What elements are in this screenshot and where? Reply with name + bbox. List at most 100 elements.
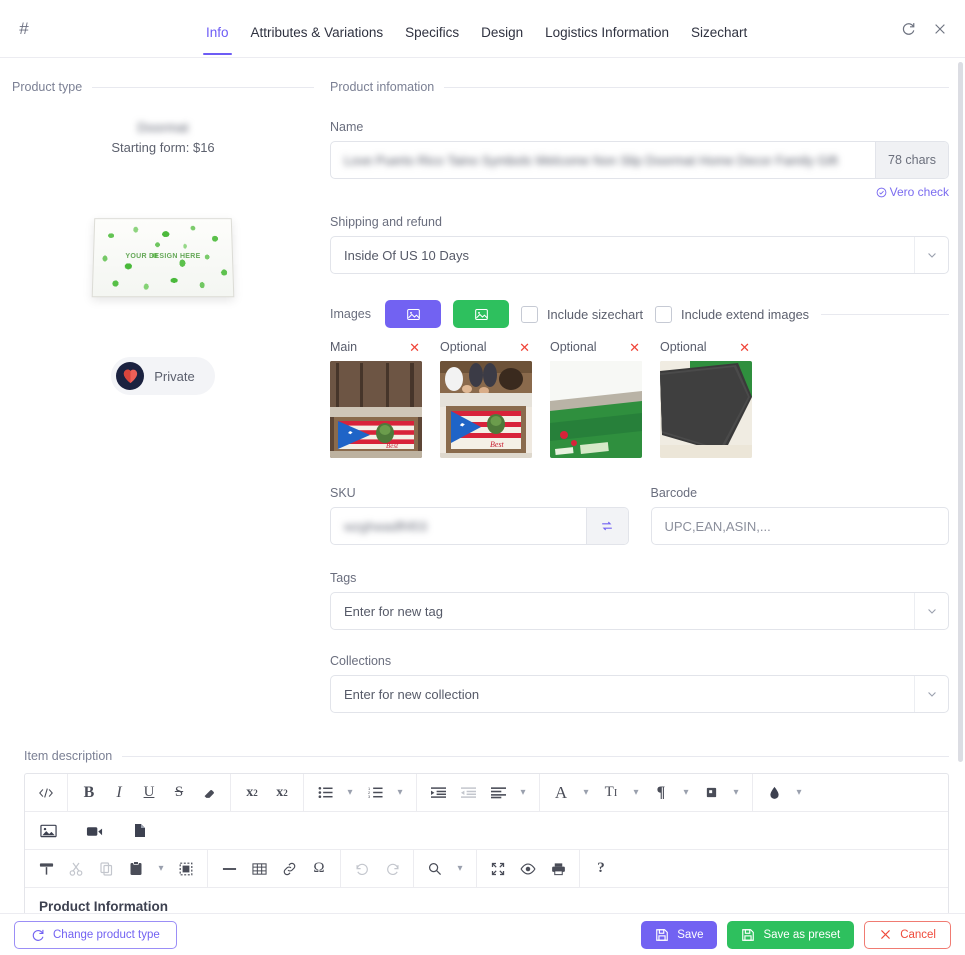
add-image-button[interactable] <box>385 300 441 328</box>
chevron-down-icon[interactable]: ▾ <box>789 787 809 798</box>
chevron-down-icon[interactable] <box>914 676 948 712</box>
select-all-icon[interactable] <box>171 855 201 882</box>
cancel-button[interactable]: Cancel <box>864 920 951 949</box>
svg-text:3: 3 <box>368 794 371 799</box>
undo-icon[interactable] <box>347 855 377 882</box>
paste-icon[interactable] <box>121 855 151 882</box>
insert-video-icon[interactable] <box>79 817 109 844</box>
print-icon[interactable] <box>543 855 573 882</box>
main-scroll-area: Product type Doormat Starting form: $16 … <box>0 58 965 913</box>
link-icon[interactable] <box>274 855 304 882</box>
product-type-name: Doormat <box>137 120 189 135</box>
preview-icon[interactable] <box>513 855 543 882</box>
chevron-down-icon[interactable]: ▾ <box>450 863 470 874</box>
sku-input[interactable]: wzghwadfhf03 <box>330 507 629 545</box>
chevron-down-icon[interactable] <box>914 593 948 629</box>
font-size-icon[interactable]: TI <box>596 779 626 806</box>
table-icon[interactable] <box>244 855 274 882</box>
name-input[interactable]: Love Puerto Rico Taino Symbols Welcome N… <box>330 141 949 179</box>
tab-attributes-variations[interactable]: Attributes & Variations <box>251 25 384 48</box>
image-thumbnail[interactable]: Optional ✕ <box>440 340 532 458</box>
add-image-from-library-button[interactable] <box>453 300 509 328</box>
remove-image-icon[interactable]: ✕ <box>519 341 530 354</box>
thumbnail-header: Optional ✕ <box>550 340 642 354</box>
chevron-down-icon[interactable]: ▾ <box>390 787 410 798</box>
chevron-down-icon[interactable]: ▾ <box>513 787 533 798</box>
source-code-icon[interactable] <box>31 779 61 806</box>
chevron-down-icon[interactable]: ▾ <box>626 787 646 798</box>
checkbox-box <box>521 305 538 323</box>
fullscreen-icon[interactable] <box>483 855 513 882</box>
tab-info[interactable]: Info <box>203 25 232 55</box>
chevron-down-icon[interactable] <box>914 237 948 273</box>
shipping-select[interactable]: Inside Of US 10 Days <box>330 236 949 274</box>
image-thumbnail[interactable]: Optional ✕ <box>660 340 752 458</box>
editor-content-area[interactable]: Product Information <box>25 888 948 913</box>
scrollbar-thumb[interactable] <box>958 62 963 762</box>
app-header: # Info Attributes & Variations Specifics… <box>0 0 965 58</box>
thumbnail-image: Best <box>440 361 532 458</box>
superscript-icon[interactable]: x2 <box>237 779 267 806</box>
barcode-input[interactable]: UPC,EAN,ASIN,... <box>650 507 949 545</box>
strikethrough-icon[interactable]: S <box>164 779 194 806</box>
include-sizechart-checkbox[interactable]: Include sizechart <box>521 305 644 323</box>
save-icon <box>742 928 755 941</box>
divider <box>821 313 949 315</box>
regenerate-sku-icon[interactable] <box>585 508 628 544</box>
font-icon[interactable]: A <box>546 779 576 806</box>
image-thumbnail[interactable]: Main ✕ Best <box>330 340 422 458</box>
change-product-type-button[interactable]: Change product type <box>14 920 177 949</box>
include-sizechart-label: Include sizechart <box>547 306 644 322</box>
subscript-icon[interactable]: x2 <box>267 779 297 806</box>
bold-icon[interactable]: B <box>74 779 104 806</box>
find-replace-icon[interactable] <box>420 855 450 882</box>
chevron-down-icon[interactable]: ▾ <box>576 787 596 798</box>
vero-check-link[interactable]: Vero check <box>330 185 949 199</box>
redo-icon[interactable] <box>377 855 407 882</box>
save-as-preset-button[interactable]: Save as preset <box>727 920 855 949</box>
remove-format-icon[interactable] <box>194 779 224 806</box>
product-mockup: YOUR DESIGN HERE <box>12 217 314 298</box>
bulleted-list-icon[interactable] <box>310 779 340 806</box>
chevron-down-icon[interactable]: ▾ <box>340 787 360 798</box>
remove-image-icon[interactable]: ✕ <box>739 341 750 354</box>
indent-decrease-icon[interactable] <box>453 779 483 806</box>
underline-icon[interactable]: U <box>134 779 164 806</box>
italic-icon[interactable]: I <box>104 779 134 806</box>
save-button[interactable]: Save <box>641 920 718 949</box>
insert-image-icon[interactable] <box>33 817 63 844</box>
tab-specifics[interactable]: Specifics <box>405 25 459 48</box>
vertical-scrollbar[interactable] <box>957 58 964 913</box>
text-color-icon[interactable] <box>696 779 726 806</box>
tab-logistics-information[interactable]: Logistics Information <box>545 25 669 48</box>
app-logo[interactable]: # <box>0 19 48 39</box>
close-icon[interactable] <box>929 18 951 40</box>
content-columns: Product type Doormat Starting form: $16 … <box>0 58 965 729</box>
special-character-icon[interactable]: Ω <box>304 855 334 882</box>
privacy-badge[interactable]: Private <box>111 357 215 395</box>
cut-icon[interactable] <box>61 855 91 882</box>
tab-design[interactable]: Design <box>481 25 523 48</box>
image-thumbnail[interactable]: Optional ✕ <box>550 340 642 458</box>
collections-select[interactable]: Enter for new collection <box>330 675 949 713</box>
copy-icon[interactable] <box>91 855 121 882</box>
include-extend-images-checkbox[interactable]: Include extend images <box>655 305 809 323</box>
background-color-icon[interactable] <box>759 779 789 806</box>
insert-file-icon[interactable] <box>125 817 155 844</box>
tags-select[interactable]: Enter for new tag <box>330 592 949 630</box>
chevron-down-icon[interactable]: ▾ <box>151 863 171 874</box>
remove-image-icon[interactable]: ✕ <box>409 341 420 354</box>
refresh-icon[interactable] <box>897 18 919 40</box>
tab-sizechart[interactable]: Sizechart <box>691 25 747 48</box>
numbered-list-icon[interactable]: 1 2 3 <box>360 779 390 806</box>
chevron-down-icon[interactable]: ▾ <box>676 787 696 798</box>
help-icon[interactable]: ? <box>586 855 616 882</box>
format-painter-icon[interactable] <box>31 855 61 882</box>
chevron-down-icon[interactable]: ▾ <box>726 787 746 798</box>
paragraph-format-icon[interactable]: ¶ <box>646 779 676 806</box>
align-icon[interactable] <box>483 779 513 806</box>
close-icon <box>881 930 891 939</box>
indent-increase-icon[interactable] <box>423 779 453 806</box>
horizontal-rule-icon[interactable] <box>214 855 244 882</box>
remove-image-icon[interactable]: ✕ <box>629 341 640 354</box>
